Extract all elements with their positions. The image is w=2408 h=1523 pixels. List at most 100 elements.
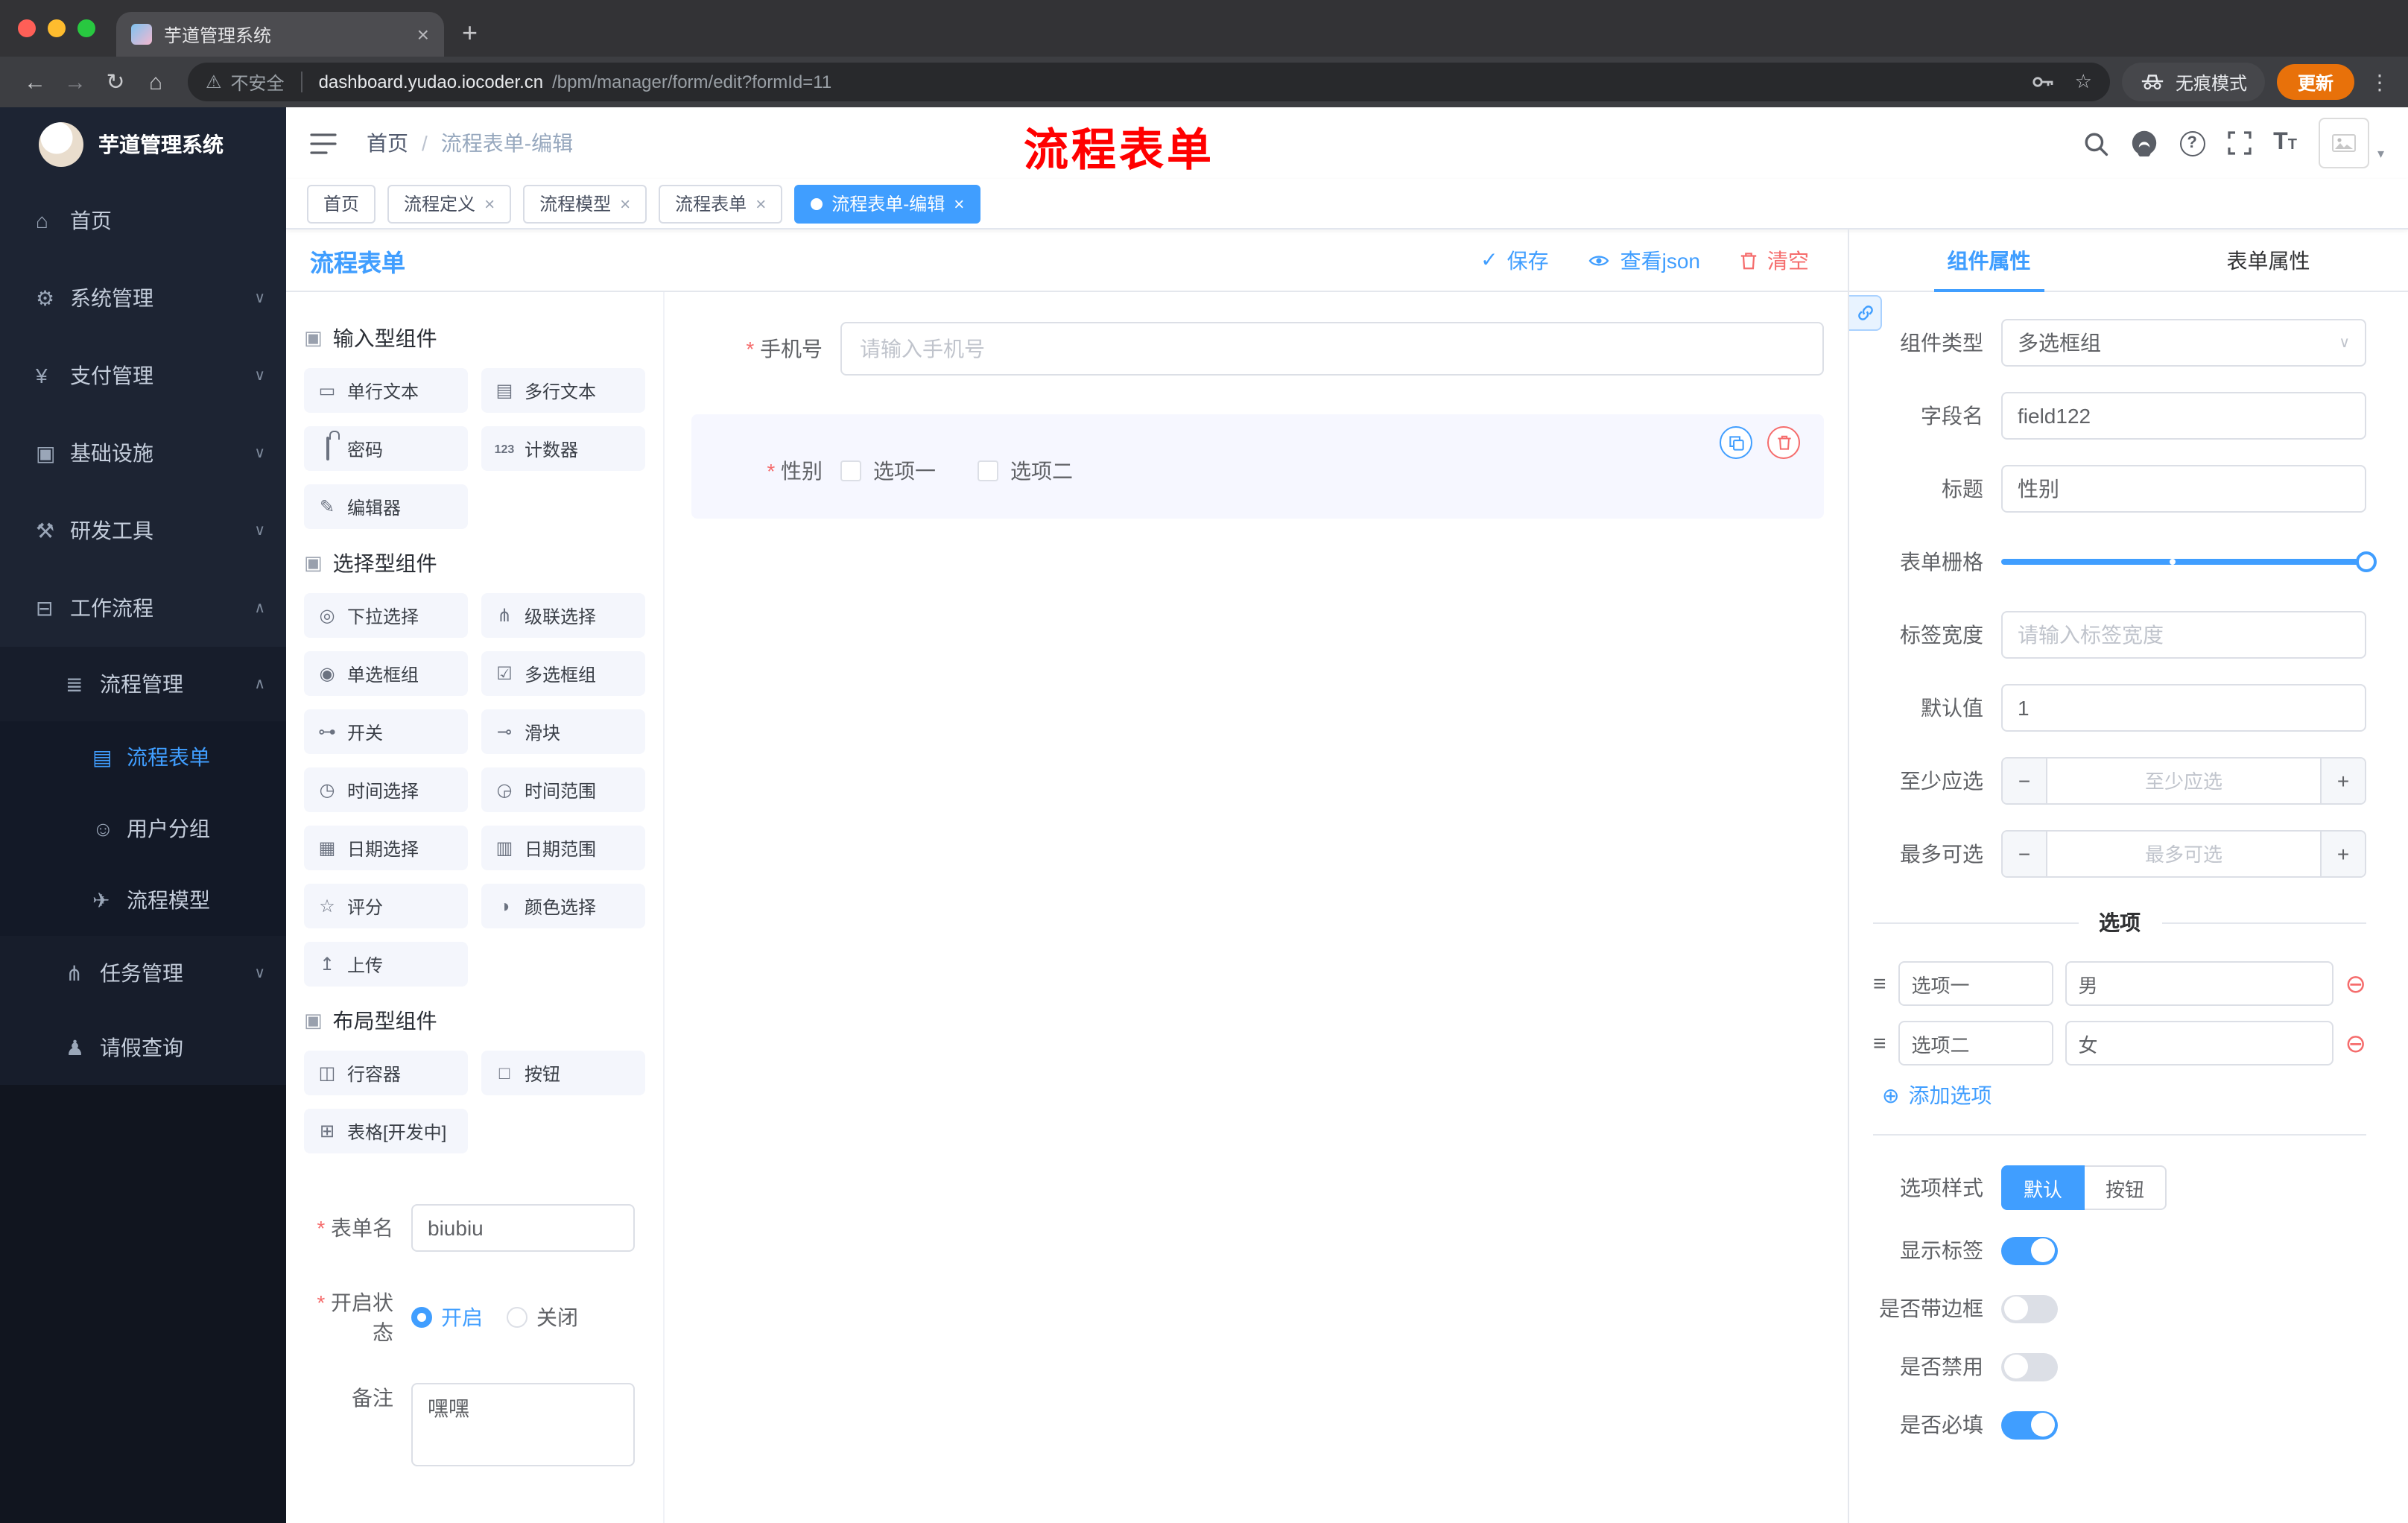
remark-textarea[interactable]: 嘿嘿	[411, 1383, 635, 1466]
forward-icon[interactable]: →	[55, 69, 95, 95]
increase-button[interactable]: +	[2320, 832, 2365, 876]
tag-process-form-edit[interactable]: 流程表单-编辑 ×	[794, 184, 981, 223]
option-value-input[interactable]	[2065, 1021, 2333, 1066]
sidebar-item-infrastructure[interactable]: ▣ 基础设施 ∨	[0, 414, 286, 492]
sidebar-item-devtools[interactable]: ⚒ 研发工具 ∨	[0, 492, 286, 569]
breadcrumb-home[interactable]: 首页	[367, 128, 408, 158]
palette-item-textarea[interactable]: ▤ 多行文本	[481, 368, 645, 413]
tab-form-properties[interactable]: 表单属性	[2129, 229, 2408, 291]
palette-item-time-range[interactable]: ◶ 时间范围	[481, 767, 645, 812]
sidebar-item-home[interactable]: ⌂ 首页	[0, 182, 286, 259]
palette-item-editor[interactable]: ✎ 编辑器	[304, 484, 468, 529]
home-nav-icon[interactable]: ⌂	[136, 69, 176, 95]
remove-option-icon[interactable]: ⊖	[2345, 971, 2367, 996]
clear-button[interactable]: 清空	[1739, 245, 1809, 275]
back-icon[interactable]: ←	[15, 69, 55, 95]
option-value-input[interactable]	[2065, 961, 2333, 1006]
palette-item-date-range[interactable]: ▥ 日期范围	[481, 826, 645, 870]
view-json-button[interactable]: 查看json	[1588, 245, 1700, 275]
font-size-icon[interactable]: TT	[2273, 130, 2297, 156]
required-toggle[interactable]	[2001, 1410, 2058, 1439]
default-value-input[interactable]	[2001, 684, 2366, 732]
min-select-input[interactable]	[2047, 759, 2320, 803]
panel-link-icon[interactable]	[1849, 295, 1882, 331]
phone-field-row[interactable]: 手机号	[691, 322, 1824, 376]
slider-handle[interactable]	[2356, 551, 2377, 572]
palette-item-switch[interactable]: ⊶ 开关	[304, 709, 468, 754]
status-radio-on[interactable]: 开启	[411, 1302, 483, 1332]
sidebar-item-payment[interactable]: ¥ 支付管理 ∨	[0, 337, 286, 414]
password-key-icon[interactable]	[2032, 73, 2056, 91]
gender-option-1-checkbox[interactable]: 选项一	[840, 456, 936, 486]
palette-item-color-picker[interactable]: ◑ 颜色选择	[481, 884, 645, 928]
phone-input[interactable]	[840, 322, 1824, 376]
disabled-toggle[interactable]	[2001, 1352, 2058, 1381]
palette-item-counter[interactable]: 123 计数器	[481, 426, 645, 471]
palette-item-rate[interactable]: ☆ 评分	[304, 884, 468, 928]
sidebar-item-process-model[interactable]: ✈ 流程模型	[0, 864, 286, 936]
component-type-select[interactable]: 多选框组 ∨	[2001, 319, 2366, 367]
save-button[interactable]: ✓ 保存	[1480, 245, 1548, 275]
palette-item-date-picker[interactable]: ▦ 日期选择	[304, 826, 468, 870]
style-button-button[interactable]: 按钮	[2085, 1165, 2167, 1210]
option-name-input[interactable]	[1898, 961, 2053, 1006]
grid-slider[interactable]	[2001, 538, 2377, 586]
status-radio-off[interactable]: 关闭	[507, 1302, 578, 1332]
fullscreen-icon[interactable]	[2227, 131, 2251, 155]
tag-home[interactable]: 首页	[307, 184, 376, 223]
sidebar-item-system[interactable]: ⚙ 系统管理 ∨	[0, 259, 286, 337]
palette-item-password[interactable]: 密码	[304, 426, 468, 471]
address-bar[interactable]: ⚠ 不安全 dashboard.yudao.iocoder.cn /bpm/ma…	[188, 63, 2110, 101]
user-avatar[interactable]	[2319, 118, 2370, 168]
caret-down-icon[interactable]: ▾	[2377, 146, 2384, 162]
border-toggle[interactable]	[2001, 1294, 2058, 1323]
tab-close-icon[interactable]: ×	[417, 22, 429, 46]
remove-option-icon[interactable]: ⊖	[2345, 1030, 2367, 1056]
style-default-button[interactable]: 默认	[2001, 1165, 2085, 1210]
copy-component-button[interactable]	[1720, 426, 1752, 459]
sidebar-item-task-management[interactable]: ⋔ 任务管理 ∨	[0, 936, 286, 1010]
palette-item-select[interactable]: ◎ 下拉选择	[304, 593, 468, 638]
sidebar-item-user-groups[interactable]: ☺ 用户分组	[0, 793, 286, 864]
palette-item-radio-group[interactable]: ◉ 单选框组	[304, 651, 468, 696]
title-input[interactable]	[2001, 465, 2366, 513]
palette-item-checkbox-group[interactable]: ☑ 多选框组	[481, 651, 645, 696]
palette-item-slider[interactable]: ⊸ 滑块	[481, 709, 645, 754]
sidebar-item-process-management[interactable]: ≣ 流程管理 ∧	[0, 647, 286, 721]
close-window-button[interactable]	[18, 19, 36, 37]
palette-item-cascader[interactable]: ⋔ 级联选择	[481, 593, 645, 638]
search-icon[interactable]	[2082, 130, 2108, 156]
browser-tab[interactable]: 芋道管理系统 ×	[116, 12, 444, 57]
palette-item-row-container[interactable]: ◫ 行容器	[304, 1051, 468, 1095]
decrease-button[interactable]: −	[2003, 759, 2047, 803]
update-button[interactable]: 更新	[2276, 64, 2354, 100]
tag-close-icon[interactable]: ×	[484, 193, 495, 214]
add-option-button[interactable]: ⊕ 添加选项	[1882, 1080, 2366, 1110]
palette-item-time-picker[interactable]: ◷ 时间选择	[304, 767, 468, 812]
hamburger-icon[interactable]	[310, 132, 337, 154]
tab-component-properties[interactable]: 组件属性	[1849, 229, 2129, 291]
new-tab-button[interactable]: +	[462, 18, 478, 49]
sidebar-item-process-form[interactable]: ▤ 流程表单	[0, 721, 286, 793]
gender-field-block-selected[interactable]: 性别 选项一 选项二	[691, 414, 1824, 519]
max-select-input[interactable]	[2047, 832, 2320, 876]
drag-handle-icon[interactable]: ≡	[1873, 1030, 1886, 1056]
option-name-input[interactable]	[1898, 1021, 2053, 1066]
gender-option-2-checkbox[interactable]: 选项二	[978, 456, 1073, 486]
field-name-input[interactable]	[2001, 392, 2366, 440]
tag-close-icon[interactable]: ×	[620, 193, 630, 214]
sidebar-item-leave-query[interactable]: ♟ 请假查询	[0, 1010, 286, 1085]
sidebar-item-workflow[interactable]: ⊟ 工作流程 ∧	[0, 569, 286, 647]
form-name-input[interactable]	[411, 1204, 635, 1252]
drag-handle-icon[interactable]: ≡	[1873, 971, 1886, 996]
bookmark-star-icon[interactable]: ☆	[2075, 70, 2092, 94]
browser-menu-icon[interactable]: ⋮	[2366, 69, 2393, 95]
decrease-button[interactable]: −	[2003, 832, 2047, 876]
palette-item-button[interactable]: □ 按钮	[481, 1051, 645, 1095]
help-icon[interactable]: ?	[2179, 130, 2205, 156]
tag-process-form[interactable]: 流程表单 ×	[659, 184, 783, 223]
palette-item-upload[interactable]: ↥ 上传	[304, 942, 468, 987]
label-width-input[interactable]	[2001, 611, 2366, 659]
minimize-window-button[interactable]	[48, 19, 66, 37]
tag-process-model[interactable]: 流程模型 ×	[523, 184, 647, 223]
